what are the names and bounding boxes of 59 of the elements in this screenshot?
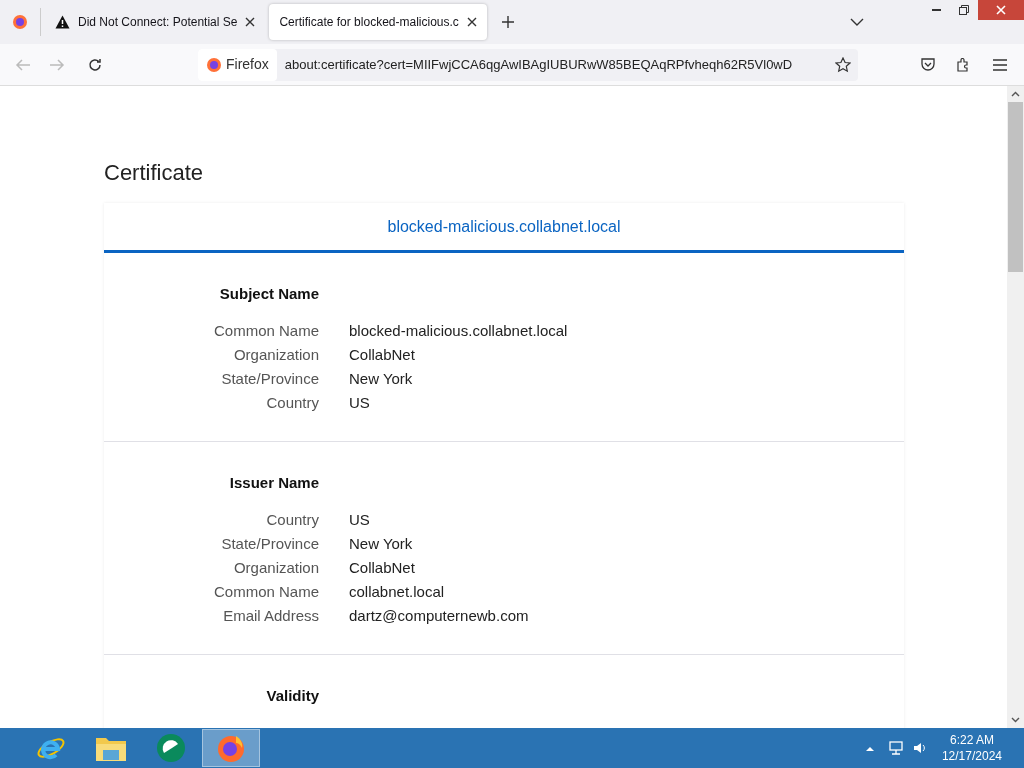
speaker-icon[interactable]: [911, 740, 928, 756]
field-label: Common Name: [212, 321, 319, 341]
scroll-thumb[interactable]: [1008, 102, 1023, 272]
firefox-icon[interactable]: [12, 14, 28, 30]
show-hidden-icons-icon[interactable]: [865, 745, 874, 751]
field-value: US: [349, 393, 370, 413]
reload-icon: [87, 56, 103, 73]
field-value: blocked-malicious.collabnet.local: [349, 321, 568, 341]
identity-label: Firefox: [226, 55, 269, 74]
leaf-logo-icon: [156, 733, 186, 763]
browser-tab[interactable]: Did Not Connect: Potential Se: [45, 4, 266, 40]
close-icon: [996, 5, 1006, 15]
field-value: New York: [349, 369, 413, 389]
clock-time[interactable]: 6:22 AM: [949, 732, 994, 748]
scroll-down-icon[interactable]: [1011, 717, 1020, 723]
minimize-icon: [931, 9, 941, 11]
tab-title: Did Not Connect: Potential Se: [78, 14, 238, 31]
certificate-domain-tab[interactable]: blocked-malicious.collabnet.local: [387, 214, 621, 239]
section-heading: Subject Name: [218, 284, 319, 304]
network-icon[interactable]: [887, 740, 904, 756]
field-label: Common Name: [212, 582, 319, 602]
field-label: Organization: [232, 345, 319, 365]
page-title: Certificate: [104, 159, 205, 187]
field-label: Organization: [232, 558, 319, 578]
field-value: collabnet.local: [349, 582, 445, 602]
star-icon: [835, 56, 851, 73]
back-arrow-icon: [15, 57, 31, 72]
chevron-down-icon: [850, 18, 864, 26]
warning-icon: [55, 15, 70, 29]
field-label: State/Province: [220, 369, 319, 389]
field-label: Country: [265, 393, 319, 413]
close-tab-icon[interactable]: [466, 17, 477, 27]
identity-box[interactable]: Firefox: [198, 48, 277, 81]
url-field[interactable]: about:certificate?cert=MIIFwjCCA6qgAwIBAgIUBURwW85BEQAqRPfvheqh62R5Vl0wD: [276, 54, 828, 75]
puzzle-piece-icon: [957, 57, 971, 72]
firefox-icon: [216, 733, 246, 763]
field-value: New York: [349, 534, 413, 554]
firefox-icon: [206, 56, 222, 73]
scrollbar[interactable]: [1007, 86, 1024, 728]
tab-title: Certificate for blocked-malicious.c: [279, 14, 459, 31]
pocket-icon: [921, 58, 935, 71]
field-value: dartz@computernewb.com: [349, 606, 529, 626]
section-heading: Issuer Name: [228, 473, 319, 493]
field-value: CollabNet: [349, 558, 415, 578]
scroll-up-icon[interactable]: [1011, 91, 1020, 97]
clock-date[interactable]: 12/17/2024: [941, 748, 1002, 764]
restore-icon: [959, 5, 969, 15]
menu-icon: [993, 58, 1007, 71]
browser-tab[interactable]: Certificate for blocked-malicious.c: [269, 4, 487, 40]
field-label: Email Address: [222, 606, 319, 626]
plus-icon: [500, 15, 515, 29]
field-value: US: [349, 510, 370, 530]
section-heading: Validity: [265, 686, 319, 706]
close-tab-icon[interactable]: [245, 17, 256, 27]
field-value: CollabNet: [349, 345, 415, 365]
field-label: Country: [265, 510, 319, 530]
forward-arrow-icon: [49, 57, 65, 72]
field-label: State/Province: [220, 534, 319, 554]
taskbar-app-button[interactable]: [202, 729, 260, 767]
